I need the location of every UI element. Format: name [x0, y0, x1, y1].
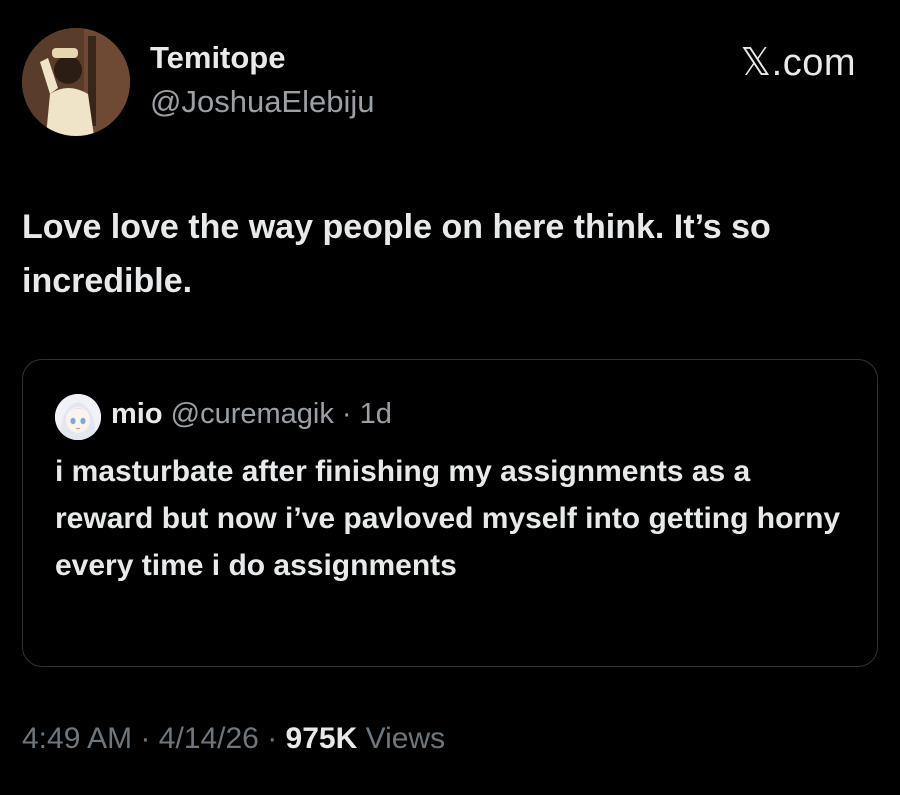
- quoted-tweet-text: i masturbate after finishing my assignme…: [55, 455, 841, 582]
- tweet-date[interactable]: 4/14/26: [159, 722, 259, 755]
- quoted-separator: ·: [341, 398, 352, 430]
- tweet-meta: 4:49 AM · 4/14/26 · 975K Views: [22, 722, 445, 756]
- meta-separator: ·: [267, 722, 278, 755]
- meta-separator: ·: [140, 722, 151, 755]
- quoted-author-avatar[interactable]: [55, 394, 101, 440]
- x-brand-logo: 𝕏.com: [740, 42, 856, 84]
- quoted-tweet-header: mio @curemagik · 1d: [111, 398, 392, 431]
- author-handle[interactable]: @JoshuaElebiju: [150, 84, 375, 120]
- quoted-handle[interactable]: @curemagik: [171, 398, 334, 430]
- views-label: Views: [365, 722, 446, 755]
- author-display-name[interactable]: Temitope: [150, 40, 286, 76]
- tweet-text: Love love the way people on here think. …: [22, 208, 771, 300]
- person-photo-icon: [22, 28, 130, 136]
- author-avatar[interactable]: [22, 28, 130, 136]
- quoted-timestamp[interactable]: 1d: [360, 398, 392, 430]
- anime-avatar-icon: [55, 394, 101, 440]
- quoted-display-name[interactable]: mio: [111, 398, 163, 430]
- quoted-tweet-card[interactable]: mio @curemagik · 1d i masturbate after f…: [22, 359, 878, 667]
- tweet-time[interactable]: 4:49 AM: [22, 722, 132, 755]
- views-count: 975K: [285, 722, 358, 755]
